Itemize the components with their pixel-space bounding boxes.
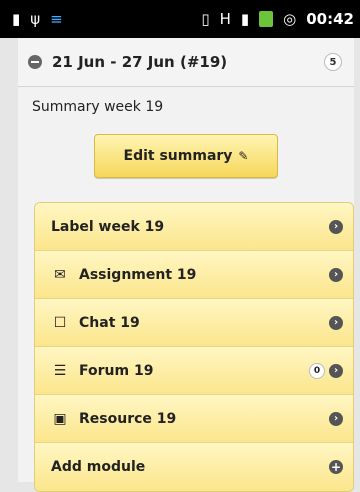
chevron-right-icon[interactable]: ›	[329, 267, 343, 282]
week-title: 21 Jun - 27 Jun (#19)	[52, 53, 228, 71]
chevron-right-icon[interactable]: ›	[329, 411, 343, 426]
edit-summary-button[interactable]: Edit summary ✎	[94, 134, 278, 178]
chevron-right-icon[interactable]: ›	[329, 219, 343, 234]
module-label: Forum 19	[79, 362, 154, 379]
edit-summary-label: Edit summary	[123, 148, 233, 164]
week-sheet: 21 Jun - 27 Jun (#19) 5 Summary week 19 …	[18, 38, 354, 492]
edit-pen-icon: ✎	[238, 149, 249, 163]
module-item-label-week[interactable]: Label week 19 ›	[35, 203, 353, 251]
module-label: Assignment 19	[79, 266, 197, 283]
module-label: Label week 19	[51, 218, 165, 235]
chat-icon: ☐	[53, 314, 67, 331]
module-label: Chat 19	[79, 314, 140, 331]
status-time: 00:42	[306, 10, 354, 28]
module-list: Label week 19 › ✉ Assignment 19 › ☐ Chat…	[34, 202, 354, 492]
week-count-badge: 5	[324, 53, 342, 71]
signal-icon: H	[219, 9, 231, 28]
module-item-resource[interactable]: ▣ Resource 19 ›	[35, 395, 353, 443]
usb-icon: ψ	[30, 9, 41, 28]
forum-count-badge: 0	[309, 362, 325, 379]
module-item-add[interactable]: Add module +	[35, 443, 353, 491]
bars-icon: ▮	[240, 9, 250, 28]
chevron-right-icon[interactable]: ›	[329, 363, 343, 378]
chart-icon: ▮	[12, 9, 21, 28]
collapse-minus-icon[interactable]	[28, 55, 42, 69]
module-item-assignment[interactable]: ✉ Assignment 19 ›	[35, 251, 353, 299]
summary-label: Summary week 19	[32, 99, 164, 115]
add-icon[interactable]: +	[329, 460, 343, 474]
alarm-icon: ◎	[283, 9, 297, 28]
status-bar: ▮ ψ ≡ ▯ H ▮ ◎ 00:42	[0, 0, 360, 38]
vibrate-icon: ▯	[201, 9, 210, 28]
module-item-chat[interactable]: ☐ Chat 19 ›	[35, 299, 353, 347]
chevron-right-icon[interactable]: ›	[329, 315, 343, 330]
module-item-forum[interactable]: ☰ Forum 19 0 ›	[35, 347, 353, 395]
battery-icon	[259, 11, 274, 27]
forum-icon: ☰	[53, 362, 67, 379]
assignment-icon: ✉	[54, 266, 66, 283]
wifi-icon: ≡	[50, 9, 63, 28]
module-label: Add module	[51, 459, 146, 475]
resource-icon: ▣	[53, 410, 67, 427]
week-header[interactable]: 21 Jun - 27 Jun (#19) 5	[18, 38, 354, 87]
module-label: Resource 19	[79, 410, 177, 427]
